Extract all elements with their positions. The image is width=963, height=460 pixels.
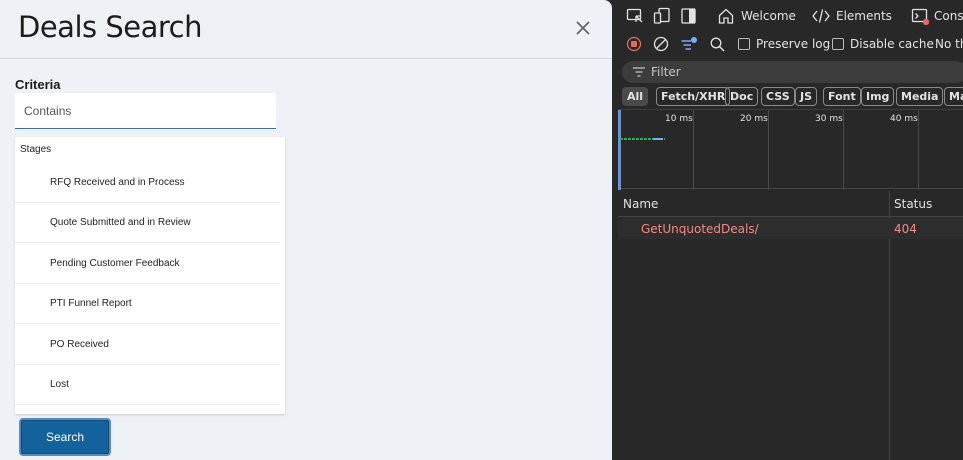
stage-label: PTI Funnel Report <box>50 298 132 309</box>
tab-console[interactable]: Conso <box>934 9 963 23</box>
network-timeline[interactable]: 10 ms 20 ms 30 ms 40 ms <box>618 109 963 190</box>
column-header-status[interactable]: Status <box>894 197 932 211</box>
disable-cache-label: Disable cache <box>850 37 934 51</box>
stage-label: RFQ Received and in Process <box>50 177 185 188</box>
stage-item-rfq-received[interactable]: RFQ Received and in Process <box>15 163 280 203</box>
panel-header: Deals Search <box>0 0 612 59</box>
dock-side-icon[interactable] <box>680 7 698 25</box>
throttling-select[interactable]: No th <box>935 37 963 51</box>
stage-label: Lost <box>50 379 69 390</box>
search-icon[interactable] <box>709 36 727 54</box>
type-filter-font[interactable]: Font <box>823 87 861 106</box>
device-toolbar-icon[interactable] <box>653 7 671 25</box>
page-title: Deals Search <box>18 10 202 44</box>
criteria-input[interactable] <box>15 93 276 129</box>
timeline-bar-download <box>653 138 663 140</box>
timeline-label: 30 ms <box>815 114 843 124</box>
record-icon[interactable] <box>626 36 644 54</box>
request-status: 404 <box>894 222 917 236</box>
stage-item-pending-feedback[interactable]: Pending Customer Feedback <box>15 244 280 284</box>
filter-toggle-icon[interactable] <box>680 36 698 54</box>
tab-welcome[interactable]: Welcome <box>741 9 796 23</box>
type-filter-css[interactable]: CSS <box>761 87 795 106</box>
preserve-log-label: Preserve log <box>756 37 831 51</box>
filter-placeholder: Filter <box>651 65 681 79</box>
stage-label: Quote Submitted and in Review <box>50 217 191 228</box>
timeline-gridline <box>843 110 844 190</box>
search-button[interactable]: Search <box>19 418 111 456</box>
criteria-label: Criteria <box>15 77 61 92</box>
filter-icon <box>632 64 646 78</box>
type-filter-fetch-xhr[interactable]: Fetch/XHR <box>656 87 731 106</box>
disable-cache-checkbox[interactable] <box>832 38 844 50</box>
stages-header: Stages <box>20 144 52 155</box>
type-filter-img[interactable]: Img <box>861 87 895 106</box>
inspect-icon[interactable] <box>626 7 644 25</box>
stage-item-quote-submitted[interactable]: Quote Submitted and in Review <box>15 203 280 243</box>
code-icon <box>812 7 830 25</box>
type-filter-js[interactable]: JS <box>795 87 818 106</box>
stage-item-pti-funnel[interactable]: PTI Funnel Report <box>15 284 280 324</box>
timeline-label: 40 ms <box>890 114 918 124</box>
request-name[interactable]: GetUnquotedDeals/ <box>641 222 759 236</box>
console-icon <box>911 7 930 26</box>
clear-icon[interactable] <box>653 36 671 54</box>
tab-elements[interactable]: Elements <box>836 9 892 23</box>
timeline-gridline <box>693 110 694 190</box>
column-header-name[interactable]: Name <box>623 197 658 211</box>
timeline-gridline <box>918 110 919 190</box>
timeline-label: 20 ms <box>740 114 768 124</box>
preserve-log-checkbox[interactable] <box>738 38 750 50</box>
stage-item-po-received[interactable]: PO Received <box>15 325 280 365</box>
type-filter-media[interactable]: Media <box>896 87 944 106</box>
devtools-toolbar: Welcome Elements Conso <box>618 0 963 32</box>
timeline-cursor <box>618 110 621 190</box>
home-icon <box>717 7 735 25</box>
type-filter-doc[interactable]: Doc <box>725 87 759 106</box>
deals-search-panel: Deals Search Criteria Stages RFQ Receive… <box>0 0 612 460</box>
close-icon[interactable] <box>572 17 594 39</box>
stage-item-lost[interactable]: Lost <box>15 365 280 405</box>
stage-label: PO Received <box>50 339 109 350</box>
timeline-gridline <box>768 110 769 190</box>
stages-list: Stages RFQ Received and in Process Quote… <box>15 137 285 414</box>
stage-label: Pending Customer Feedback <box>50 258 180 269</box>
type-filter-all[interactable]: All <box>622 87 649 106</box>
timeline-label: 10 ms <box>665 114 693 124</box>
devtools-panel: Welcome Elements Conso Preserve log Disa… <box>618 0 963 460</box>
type-filter-more[interactable]: Ma <box>944 87 963 106</box>
